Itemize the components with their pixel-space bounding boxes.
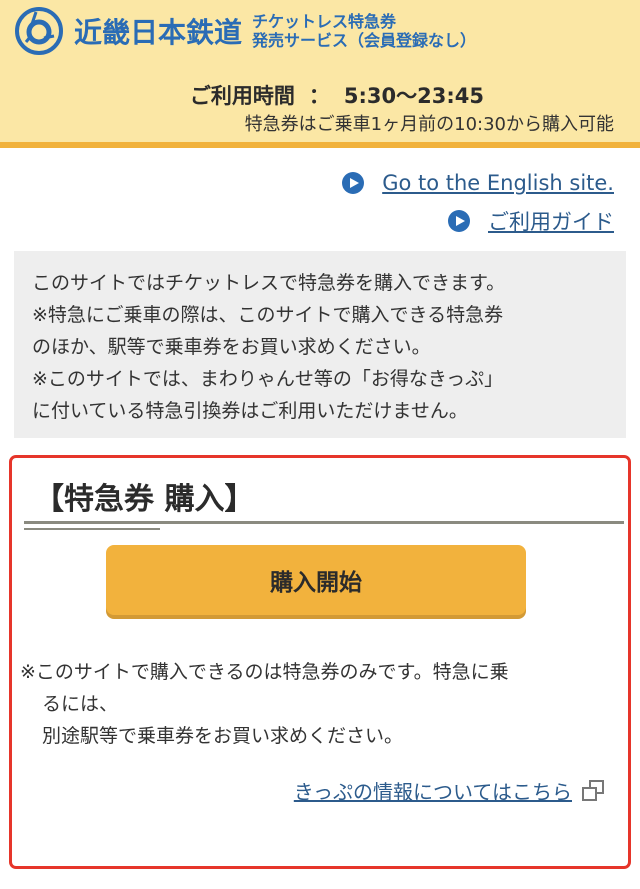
site-header: 近畿日本鉄道 チケットレス特急券 発売サービス（会員登録なし） ご利用時間 ： 5:… <box>0 0 640 148</box>
english-site-link[interactable]: Go to the English site. <box>382 171 614 195</box>
purchase-title: 【特急券 購入】 <box>34 482 255 517</box>
service-name: チケットレス特急券 発売サービス（会員登録なし） <box>252 12 476 50</box>
guide-link-row[interactable]: ご利用ガイド <box>342 206 614 236</box>
hours-separator: ： <box>308 84 330 108</box>
info-line: ※このサイトでは、まわりゃんせ等の「お得なきっぷ」 <box>32 368 504 390</box>
play-circle-icon <box>448 210 470 232</box>
top-links: Go to the English site. ご利用ガイド <box>342 168 614 244</box>
play-circle-icon <box>342 172 365 194</box>
info-line: ※特急にご乗車の際は、このサイトで購入できる特急券 <box>32 304 504 326</box>
notice-line: 別途駅等で乗車券をお買い求めください。 <box>42 725 404 747</box>
notice-line: ※このサイトで購入できるのは特急券のみです。特急に乗 <box>20 661 509 683</box>
purchase-panel: 【特急券 購入】 購入開始 ※このサイトで購入できるのは特急券のみです。特急に乗… <box>9 455 631 869</box>
external-window-icon <box>582 779 606 802</box>
usage-guide-link[interactable]: ご利用ガイド <box>488 206 614 236</box>
info-line: のほか、駅等で乗車券をお買い求めください。 <box>32 336 431 358</box>
service-line-2: 発売サービス（会員登録なし） <box>252 31 477 50</box>
purchase-availability-note: 特急券はご乗車1ヶ月前の10:30から購入可能 <box>244 114 614 135</box>
hours-label: ご利用時間 <box>189 84 295 108</box>
brand-name: 近畿日本鉄道 <box>74 16 243 49</box>
start-purchase-button[interactable]: 購入開始 <box>106 545 526 615</box>
ticket-info-link-row[interactable]: きっぷの情報についてはこちら <box>294 776 606 805</box>
hours-value: 5:30〜23:45 <box>343 84 484 108</box>
purchase-notice: ※このサイトで購入できるのは特急券のみです。特急に乗 るには、 別途駅等で乗車券… <box>20 656 509 752</box>
kintetsu-logo-icon <box>15 7 63 55</box>
service-line-1: チケットレス特急券 <box>252 12 397 31</box>
info-box: このサイトではチケットレスで特急券を購入できます。 ※特急にご乗車の際は、このサ… <box>14 251 626 438</box>
info-line: に付いている特急引換券はご利用いただけません。 <box>32 400 468 422</box>
service-hours: ご利用時間 ： 5:30〜23:45 <box>190 80 484 110</box>
ticket-info-link[interactable]: きっぷの情報についてはこちら <box>294 776 572 805</box>
info-line: このサイトではチケットレスで特急券を購入できます。 <box>32 272 506 294</box>
english-site-link-row[interactable]: Go to the English site. <box>342 168 614 198</box>
title-divider-accent <box>24 528 160 530</box>
notice-line: るには、 <box>42 693 119 715</box>
logo[interactable]: 近畿日本鉄道 チケットレス特急券 発売サービス（会員登録なし） <box>14 6 476 56</box>
title-divider <box>24 521 624 524</box>
